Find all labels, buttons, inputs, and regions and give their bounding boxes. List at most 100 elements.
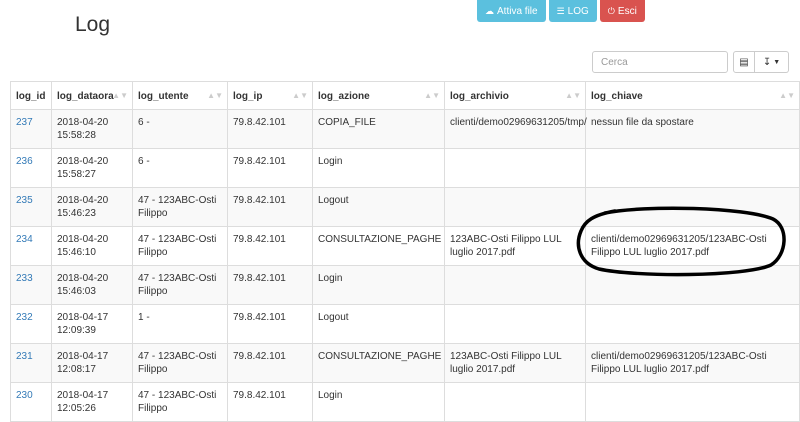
column-header-log-dataora[interactable]: log_dataora ▲▼ — [51, 81, 133, 110]
attiva-file-label: Attiva file — [497, 5, 538, 17]
cell-log-azione: Logout — [312, 187, 445, 227]
cell-log-archivio: 123ABC-Osti Filippo LUL luglio 2017.pdf — [444, 343, 586, 383]
table-row: 230 2018-04-17 12:05:26 47 - 123ABC-Osti… — [10, 382, 800, 422]
cell-log-azione: COPIA_FILE — [312, 109, 445, 149]
table-row: 232 2018-04-17 12:09:39 1 - 79.8.42.101 … — [10, 304, 800, 344]
cell-log-utente: 47 - 123ABC-Osti Filippo — [132, 382, 228, 422]
cell-log-azione: Login — [312, 265, 445, 305]
cell-log-dataora: 2018-04-20 15:46:23 — [51, 187, 133, 227]
cell-log-dataora: 2018-04-17 12:09:39 — [51, 304, 133, 344]
column-header-log-azione[interactable]: log_azione ▲▼ — [312, 81, 445, 110]
cell-log-utente: 1 - — [132, 304, 228, 344]
table-row: 236 2018-04-20 15:58:27 6 - 79.8.42.101 … — [10, 148, 800, 188]
cell-log-id: 234 — [10, 226, 52, 266]
cell-log-archivio — [444, 148, 586, 188]
esci-label: Esci — [617, 5, 637, 17]
log-label: LOG — [567, 5, 589, 17]
column-header-log-ip[interactable]: log_ip ▲▼ — [227, 81, 313, 110]
list-icon: ☰ — [556, 5, 565, 16]
cell-log-utente: 47 - 123ABC-Osti Filippo — [132, 343, 228, 383]
cell-log-chiave — [585, 148, 800, 188]
log-id-link[interactable]: 237 — [16, 117, 33, 128]
log-id-link[interactable]: 233 — [16, 273, 33, 284]
cell-log-id: 232 — [10, 304, 52, 344]
esci-button[interactable]: ⏻ Esci — [599, 0, 645, 22]
cell-log-dataora: 2018-04-20 15:46:10 — [51, 226, 133, 266]
cell-log-chiave: clienti/demo02969631205/123ABC-Osti Fili… — [585, 226, 800, 266]
column-header-log-archivio[interactable]: log_archivio ▲▼ — [444, 81, 586, 110]
export-icon: ↧ — [762, 56, 772, 68]
cell-log-id: 230 — [10, 382, 52, 422]
cell-log-utente: 47 - 123ABC-Osti Filippo — [132, 187, 228, 227]
cell-log-dataora: 2018-04-20 15:58:27 — [51, 148, 133, 188]
cell-log-dataora: 2018-04-20 15:58:28 — [51, 109, 133, 149]
cell-log-chiave: nessun file da spostare — [585, 109, 800, 149]
log-id-link[interactable]: 232 — [16, 312, 33, 323]
cell-log-ip: 79.8.42.101 — [227, 226, 313, 266]
table-row: 234 2018-04-20 15:46:10 47 - 123ABC-Osti… — [10, 226, 800, 266]
cell-log-dataora: 2018-04-17 12:08:17 — [51, 343, 133, 383]
attiva-file-button[interactable]: ☁ Attiva file — [477, 0, 546, 22]
export-button[interactable]: ↧ ▼ — [755, 51, 789, 73]
cell-log-ip: 79.8.42.101 — [227, 187, 313, 227]
sort-icon: ▲▼ — [565, 91, 581, 100]
column-header-log-chiave[interactable]: log_chiave ▲▼ — [585, 81, 800, 110]
cell-log-archivio: 123ABC-Osti Filippo LUL luglio 2017.pdf — [444, 226, 586, 266]
cell-log-azione: CONSULTAZIONE_PAGHE — [312, 343, 445, 383]
table-row: 237 2018-04-20 15:58:28 6 - 79.8.42.101 … — [10, 109, 800, 149]
cell-log-chiave: clienti/demo02969631205/123ABC-Osti Fili… — [585, 343, 800, 383]
cell-log-chiave — [585, 304, 800, 344]
cell-log-ip: 79.8.42.101 — [227, 343, 313, 383]
log-id-link[interactable]: 234 — [16, 234, 33, 245]
chevron-down-icon: ▼ — [773, 58, 781, 66]
power-icon: ⏻ — [607, 5, 615, 16]
top-button-group: ☁ Attiva file ☰ LOG ⏻ Esci — [477, 0, 645, 22]
table-row: 235 2018-04-20 15:46:23 47 - 123ABC-Osti… — [10, 187, 800, 227]
log-table: log_id log_dataora ▲▼ log_utente ▲▼ log_ip… — [10, 81, 800, 422]
cell-log-azione: Login — [312, 382, 445, 422]
cloud-icon: ☁ — [485, 5, 494, 16]
log-id-link[interactable]: 235 — [16, 195, 33, 206]
page-title: Log — [75, 13, 111, 36]
log-id-link[interactable]: 231 — [16, 351, 33, 362]
sort-icon: ▲▼ — [424, 91, 440, 100]
columns-icon: ▤ — [739, 56, 749, 68]
cell-log-ip: 79.8.42.101 — [227, 148, 313, 188]
cell-log-utente: 6 - — [132, 148, 228, 188]
cell-log-chiave — [585, 382, 800, 422]
log-id-link[interactable]: 236 — [16, 156, 33, 167]
cell-log-azione: CONSULTAZIONE_PAGHE — [312, 226, 445, 266]
log-id-link[interactable]: 230 — [16, 390, 33, 401]
cell-log-utente: 47 - 123ABC-Osti Filippo — [132, 226, 228, 266]
cell-log-utente: 47 - 123ABC-Osti Filippo — [132, 265, 228, 305]
sort-icon: ▲▼ — [292, 91, 308, 100]
cell-log-archivio — [444, 265, 586, 305]
sort-icon: ▲▼ — [779, 91, 795, 100]
cell-log-archivio — [444, 187, 586, 227]
log-button[interactable]: ☰ LOG — [548, 0, 597, 22]
cell-log-id: 235 — [10, 187, 52, 227]
cell-log-azione: Login — [312, 148, 445, 188]
sort-icon: ▲▼ — [112, 91, 128, 100]
table-row: 231 2018-04-17 12:08:17 47 - 123ABC-Osti… — [10, 343, 800, 383]
cell-log-ip: 79.8.42.101 — [227, 109, 313, 149]
cell-log-archivio — [444, 304, 586, 344]
table-row: 233 2018-04-20 15:46:03 47 - 123ABC-Osti… — [10, 265, 800, 305]
cell-log-utente: 6 - — [132, 109, 228, 149]
cell-log-id: 237 — [10, 109, 52, 149]
cell-log-dataora: 2018-04-20 15:46:03 — [51, 265, 133, 305]
columns-toggle-button[interactable]: ▤ — [733, 51, 755, 73]
cell-log-ip: 79.8.42.101 — [227, 304, 313, 344]
cell-log-ip: 79.8.42.101 — [227, 382, 313, 422]
table-header-row: log_id log_dataora ▲▼ log_utente ▲▼ log_ip… — [10, 81, 800, 110]
column-header-log-utente[interactable]: log_utente ▲▼ — [132, 81, 228, 110]
cell-log-id: 233 — [10, 265, 52, 305]
cell-log-dataora: 2018-04-17 12:05:26 — [51, 382, 133, 422]
cell-log-chiave — [585, 187, 800, 227]
search-input[interactable] — [592, 51, 728, 73]
cell-log-id: 236 — [10, 148, 52, 188]
cell-log-id: 231 — [10, 343, 52, 383]
column-header-log-id[interactable]: log_id — [10, 81, 52, 110]
sort-icon: ▲▼ — [207, 91, 223, 100]
cell-log-archivio: clienti/demo02969631205/tmp/ — [444, 109, 587, 149]
